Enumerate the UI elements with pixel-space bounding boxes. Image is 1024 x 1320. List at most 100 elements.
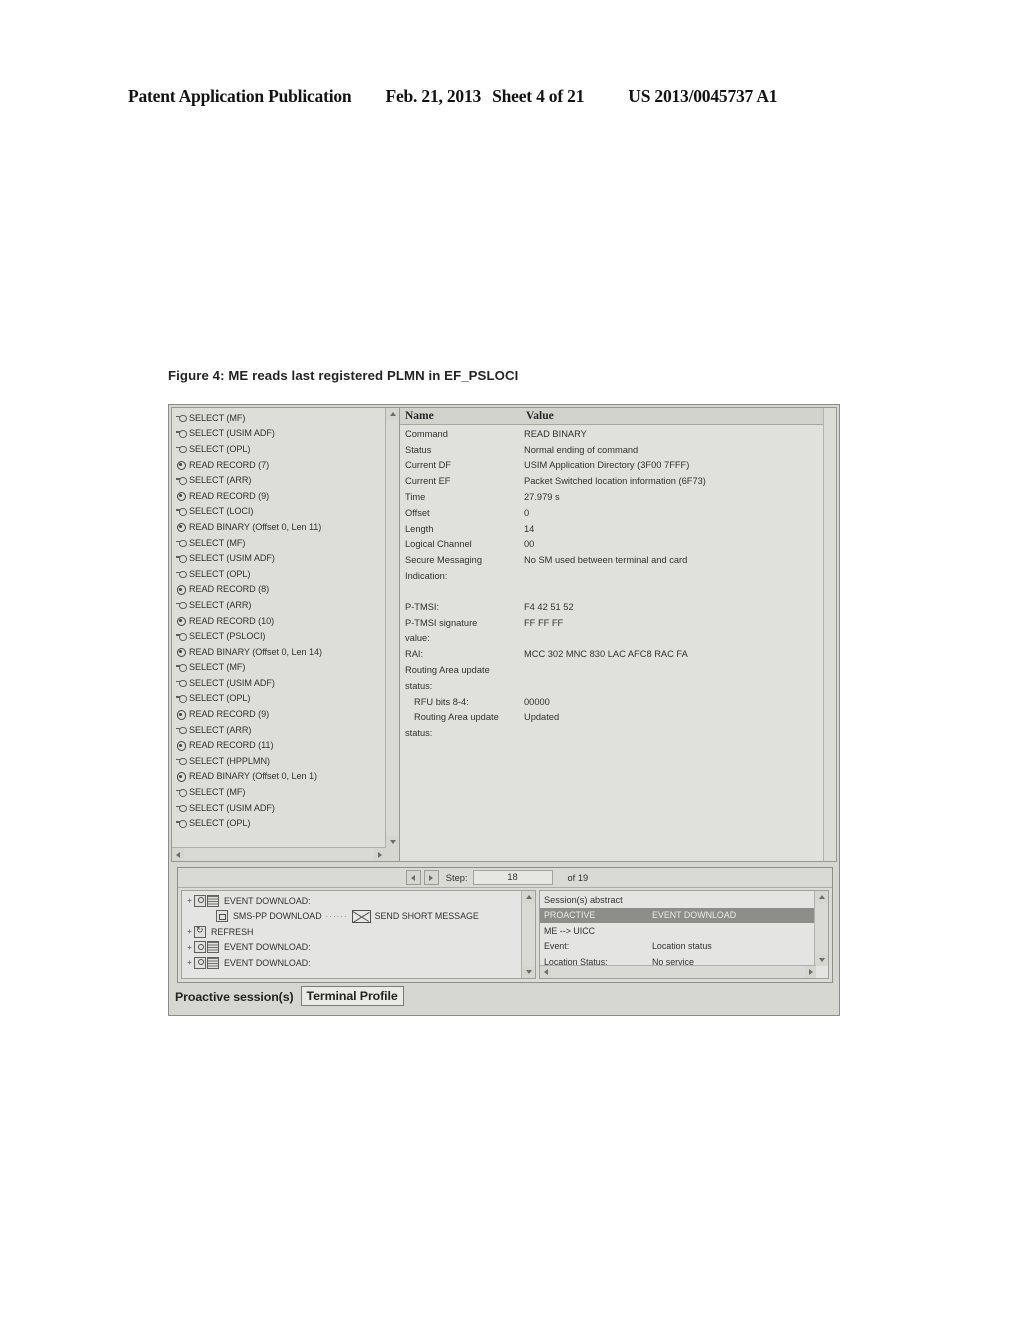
tree-scroll-up-icon[interactable] — [386, 408, 399, 420]
expander-icon[interactable]: + — [185, 958, 194, 967]
session-abstract-title: Session(s) abstract — [540, 892, 816, 908]
select-icon — [176, 429, 187, 438]
detail-row-value: USIM Application Directory (3F00 7FFF) — [524, 460, 690, 471]
tree-item[interactable]: READ RECORD (9) — [172, 706, 386, 722]
tree-item[interactable]: SELECT (USIM ADF) — [172, 550, 386, 566]
tree-item[interactable]: SELECT (MF) — [172, 410, 386, 426]
step-label: Step: — [445, 872, 468, 883]
expander-icon[interactable]: + — [185, 896, 194, 905]
detail-row-name: RAI: — [405, 649, 424, 660]
tree-item[interactable]: SELECT (MF) — [172, 784, 386, 800]
tree-item[interactable]: SELECT (OPL) — [172, 691, 386, 707]
event-tree-row[interactable]: + EVENT DOWNLOAD: — [182, 940, 523, 956]
tree-item[interactable]: SELECT (USIM ADF) — [172, 800, 386, 816]
session-scroll-down-icon[interactable] — [815, 954, 828, 966]
tree-item-label: SELECT (USIM ADF) — [189, 802, 275, 813]
tab-proactive-sessions[interactable]: Proactive session(s) — [172, 988, 297, 1006]
session-abstract-list[interactable]: Session(s) abstract PROACTIVE EVENT DOWNLO… — [540, 891, 816, 978]
detail-row-value: READ BINARY — [524, 428, 587, 439]
tree-vertical-scrollbar[interactable] — [385, 408, 399, 848]
tree-item[interactable]: SELECT (LOCI) — [172, 504, 386, 520]
tree-scroll-left-icon[interactable] — [172, 848, 184, 861]
tree-item[interactable]: READ BINARY (Offset 0, Len 14) — [172, 644, 386, 660]
event-link-label: SEND SHORT MESSAGE — [374, 911, 479, 922]
column-header-name[interactable]: Name — [400, 410, 524, 422]
select-icon — [176, 444, 187, 454]
session-scroll-up-icon[interactable] — [815, 891, 828, 903]
detail-row-name: P-TMSI: — [405, 601, 440, 612]
tree-item[interactable]: SELECT (USIM ADF) — [172, 426, 386, 442]
event-tree-list[interactable]: + EVENT DOWNLOAD: SMS-PP DOWNLOAD ······ SEN… — [182, 891, 523, 978]
tree-item[interactable]: SELECT (OPL) — [172, 815, 386, 831]
column-header-value[interactable]: Value — [524, 410, 836, 422]
tree-item[interactable]: SELECT (PSLOCI) — [172, 628, 386, 644]
command-tree-pane[interactable]: SELECT (MF) SELECT (USIM ADF) SELECT (OPL)… — [171, 407, 399, 862]
detail-rows-group-1: Command READ BINARY Status Normal ending of… — [400, 425, 836, 584]
event-vertical-scrollbar[interactable] — [521, 891, 535, 978]
tree-item[interactable]: READ RECORD (8) — [172, 582, 386, 598]
event-icon-group — [194, 925, 206, 938]
tree-item[interactable]: SELECT (USIM ADF) — [172, 675, 386, 691]
tree-item[interactable]: READ BINARY (Offset 0, Len 1) — [172, 769, 386, 785]
session-vertical-scrollbar[interactable] — [814, 891, 828, 966]
event-tree-row[interactable]: + EVENT DOWNLOAD: — [182, 893, 523, 909]
session-row-selected[interactable]: PROACTIVE EVENT DOWNLOAD — [540, 907, 816, 923]
command-tree-list[interactable]: SELECT (MF) SELECT (USIM ADF) SELECT (OPL)… — [172, 408, 386, 848]
event-row-label: EVENT DOWNLOAD: — [224, 942, 311, 953]
session-row-value: Location status — [652, 941, 712, 952]
detail-row-name: Routing Area update — [405, 665, 490, 676]
detail-row-value: MCC 302 MNC 830 LAC AFC8 RAC FA — [524, 649, 688, 660]
tree-item[interactable]: SELECT (ARR) — [172, 472, 386, 488]
tree-item-label: READ BINARY (Offset 0, Len 1) — [189, 771, 317, 782]
tree-scroll-down-icon[interactable] — [386, 836, 399, 848]
detail-row: Routing Area update Updated — [400, 710, 836, 726]
detail-vertical-scrollbar[interactable] — [823, 408, 836, 861]
tree-item[interactable]: SELECT (HPPLMN) — [172, 753, 386, 769]
detail-row-value: Updated — [524, 712, 560, 723]
session-row[interactable]: Event: Location status — [540, 939, 816, 955]
detail-row: value: — [400, 631, 836, 647]
detail-row-value: FF FF FF — [524, 617, 564, 628]
tree-item[interactable]: SELECT (OPL) — [172, 441, 386, 457]
tree-item[interactable]: READ RECORD (10) — [172, 613, 386, 629]
tree-item[interactable]: SELECT (MF) — [172, 660, 386, 676]
detail-row-value: 00 — [524, 539, 535, 550]
session-abstract-pane[interactable]: Session(s) abstract PROACTIVE EVENT DOWNLO… — [539, 890, 829, 979]
step-next-button[interactable] — [423, 870, 439, 885]
event-tree-row[interactable]: SMS-PP DOWNLOAD ······ SEND SHORT MESSAGE — [182, 909, 523, 925]
tree-item-label: READ RECORD (9) — [189, 709, 270, 720]
tree-scroll-right-icon[interactable] — [374, 848, 386, 861]
tree-item[interactable]: READ RECORD (11) — [172, 737, 386, 753]
event-tree-pane[interactable]: + EVENT DOWNLOAD: SMS-PP DOWNLOAD ······ SEN… — [181, 890, 536, 979]
tree-item[interactable]: READ RECORD (7) — [172, 457, 386, 473]
event-icon-group — [194, 941, 219, 954]
event-tree-row[interactable]: + EVENT DOWNLOAD: — [182, 955, 523, 971]
tree-item-label: SELECT (MF) — [189, 537, 246, 548]
expander-icon[interactable]: + — [185, 943, 194, 952]
session-row[interactable]: ME --> UICC — [540, 923, 816, 939]
step-input[interactable]: 18 — [472, 870, 553, 885]
tab-terminal-profile[interactable]: Terminal Profile — [300, 986, 404, 1006]
tree-item-label: SELECT (ARR) — [189, 724, 252, 735]
session-row-name: PROACTIVE — [544, 910, 596, 921]
event-scroll-up-icon[interactable] — [522, 891, 535, 903]
tree-item[interactable]: READ RECORD (9) — [172, 488, 386, 504]
tree-item[interactable]: READ BINARY (Offset 0, Len 11) — [172, 519, 386, 535]
session-horizontal-scrollbar[interactable] — [540, 965, 816, 978]
event-scroll-down-icon[interactable] — [522, 966, 535, 978]
session-scroll-right-icon[interactable] — [805, 966, 816, 978]
bulb-icon — [194, 956, 206, 969]
tree-item[interactable]: SELECT (OPL) — [172, 566, 386, 582]
detail-header-row: Name Value — [400, 408, 836, 425]
sms-icon — [216, 910, 228, 923]
tree-item[interactable]: SELECT (ARR) — [172, 597, 386, 613]
expander-icon[interactable]: + — [185, 927, 194, 936]
tree-item-label: SELECT (ARR) — [189, 475, 252, 486]
tree-item[interactable]: SELECT (MF) — [172, 535, 386, 551]
event-tree-row[interactable]: + REFRESH — [182, 924, 523, 940]
step-prev-button[interactable] — [405, 870, 421, 885]
tree-horizontal-scrollbar[interactable] — [172, 847, 386, 861]
tree-item[interactable]: SELECT (ARR) — [172, 722, 386, 738]
detail-row-name: Current EF — [405, 476, 451, 487]
session-scroll-left-icon[interactable] — [540, 966, 551, 978]
